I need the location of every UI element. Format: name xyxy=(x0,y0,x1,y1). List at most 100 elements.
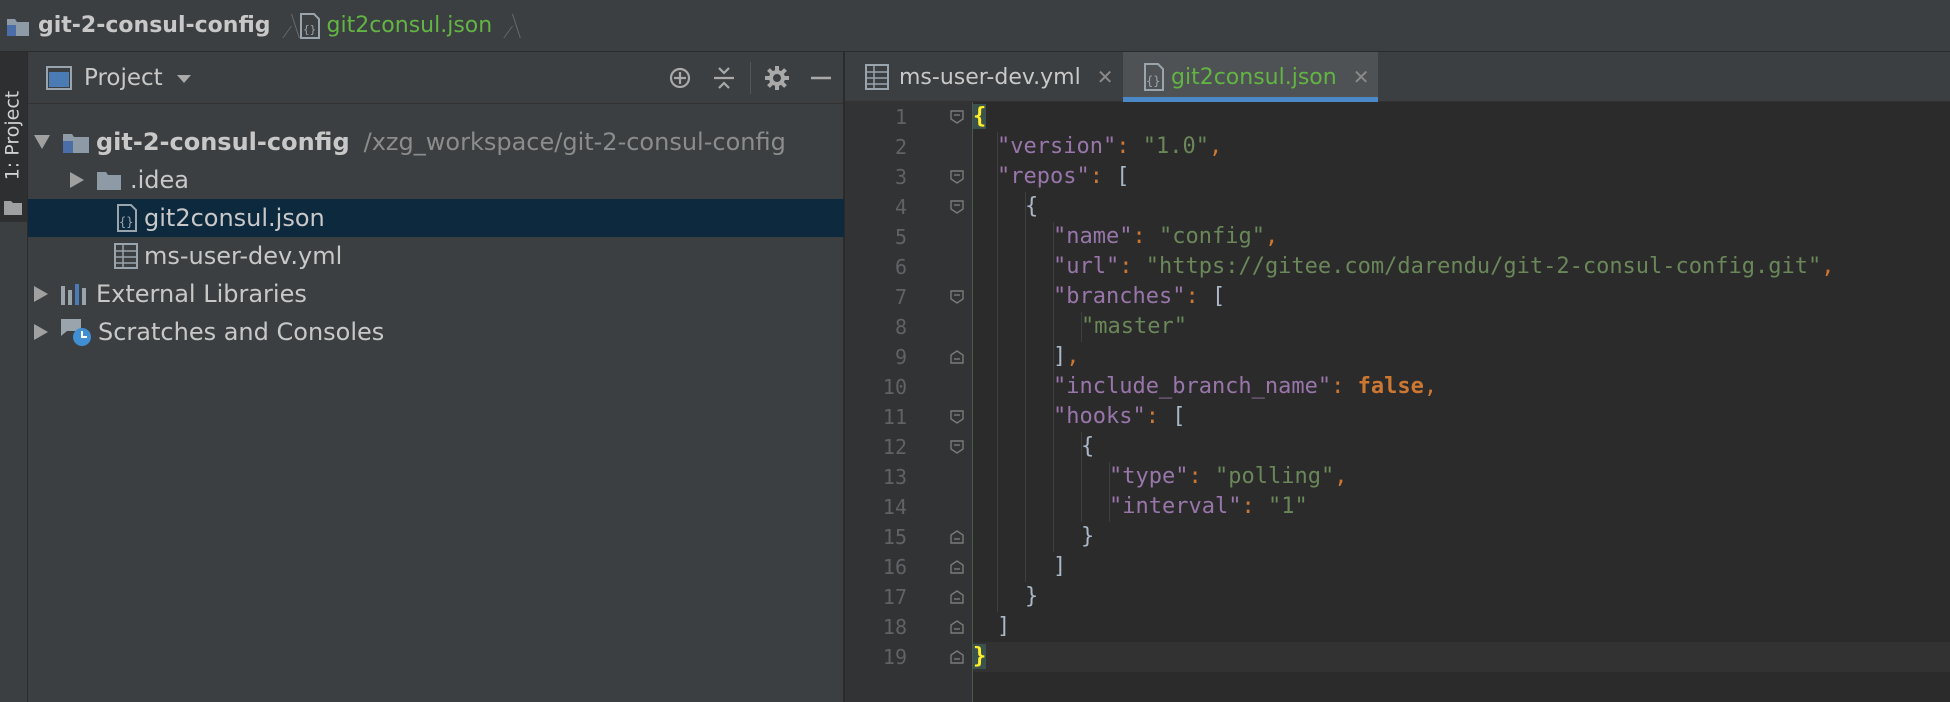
project-panel: Project git-2-consul-config /xzg_workspa… xyxy=(28,52,844,702)
navigation-bar: git-2-consul-config {} git2consul.json xyxy=(0,0,1950,52)
fold-close-icon[interactable] xyxy=(950,590,964,604)
line-number: 1 xyxy=(894,105,907,129)
line-number: 6 xyxy=(894,255,907,279)
tree-item-ms-user-dev-yml[interactable]: ms-user-dev.yml xyxy=(28,237,844,275)
fold-gutter xyxy=(940,102,973,702)
code-line: "url": "https://gitee.com/darendu/git-2-… xyxy=(1053,254,1835,279)
tool-window-stripe: 1: Project xyxy=(0,52,28,702)
tab-git2consul-json[interactable]: {} git2consul.json ✕ xyxy=(1123,52,1378,102)
code-line: ] xyxy=(997,614,1011,639)
fold-close-icon[interactable] xyxy=(950,650,964,664)
expand-arrow-icon[interactable] xyxy=(70,172,84,188)
project-view-icon xyxy=(46,65,72,90)
line-number: 17 xyxy=(882,585,907,609)
gear-icon[interactable] xyxy=(755,52,799,104)
json-file-icon: {} xyxy=(299,12,320,39)
minimize-icon[interactable] xyxy=(799,52,843,104)
line-number: 19 xyxy=(882,645,907,669)
module-folder-icon xyxy=(63,134,89,153)
scratches-icon xyxy=(61,319,91,346)
breadcrumb-file[interactable]: {} git2consul.json xyxy=(299,0,492,52)
yaml-file-icon xyxy=(865,64,889,90)
json-file-icon: {} xyxy=(1144,63,1164,91)
breadcrumb-separator-end xyxy=(498,0,512,52)
code-line: ], xyxy=(1053,344,1080,369)
code-line: { xyxy=(1025,194,1039,219)
code-line: "repos": [ xyxy=(997,164,1130,189)
line-number-gutter: 1 2 3 4 5 6 7 8 9 10 11 12 13 14 15 16 17 18 19 xyxy=(845,102,940,702)
close-icon[interactable]: ✕ xyxy=(1097,65,1114,89)
line-number: 12 xyxy=(882,435,907,459)
collapse-all-icon[interactable] xyxy=(702,52,746,104)
chevron-down-icon[interactable] xyxy=(176,75,191,83)
code-line: "name": "config", xyxy=(1053,224,1279,249)
fold-close-icon[interactable] xyxy=(950,350,964,364)
project-tool-icon xyxy=(4,201,22,215)
code-line: "master" xyxy=(1081,314,1187,339)
fold-open-icon[interactable] xyxy=(950,440,964,454)
header-divider xyxy=(750,62,751,94)
folder-icon xyxy=(97,172,121,190)
code-line: "type": "polling", xyxy=(1109,464,1348,489)
fold-open-icon[interactable] xyxy=(950,290,964,304)
line-number: 4 xyxy=(894,195,907,219)
code-line: } xyxy=(1025,584,1039,609)
json-file-icon: {} xyxy=(117,204,137,232)
line-number: 16 xyxy=(882,555,907,579)
project-folder-icon xyxy=(7,18,29,36)
line-number: 15 xyxy=(882,525,907,549)
yaml-file-icon xyxy=(114,243,138,269)
expand-arrow-icon[interactable] xyxy=(34,286,48,302)
line-number: 2 xyxy=(894,135,907,159)
fold-close-icon[interactable] xyxy=(950,620,964,634)
fold-close-icon[interactable] xyxy=(950,530,964,544)
expand-arrow-icon[interactable] xyxy=(34,324,48,340)
line-number: 10 xyxy=(882,375,907,399)
code-line: "interval": "1" xyxy=(1109,494,1308,519)
tree-item-scratches-consoles[interactable]: Scratches and Consoles xyxy=(28,313,844,351)
close-icon[interactable]: ✕ xyxy=(1353,65,1370,89)
tree-item-external-libraries[interactable]: External Libraries xyxy=(28,275,844,313)
line-number: 13 xyxy=(882,465,907,489)
tree-item-idea[interactable]: .idea xyxy=(28,161,844,199)
code-line: } xyxy=(1081,524,1095,549)
fold-open-icon[interactable] xyxy=(950,170,964,184)
fold-open-icon[interactable] xyxy=(950,110,964,124)
editor-tab-bar: ms-user-dev.yml ✕ {} git2consul.json ✕ xyxy=(845,52,1950,102)
svg-text:{}: {} xyxy=(1146,74,1160,88)
project-panel-header: Project xyxy=(28,52,843,104)
line-number: 5 xyxy=(894,225,907,249)
code-line: { xyxy=(973,104,987,129)
line-number: 3 xyxy=(894,165,907,189)
line-number: 11 xyxy=(882,405,907,429)
code-line: "hooks": [ xyxy=(1053,404,1186,429)
code-line: "include_branch_name": false, xyxy=(1053,374,1438,399)
code-line: "version": "1.0", xyxy=(997,134,1223,159)
fold-open-icon[interactable] xyxy=(950,410,964,424)
line-number: 14 xyxy=(882,495,907,519)
code-line: { xyxy=(1081,434,1095,459)
tree-item-git2consul-json[interactable]: {} git2consul.json xyxy=(28,199,844,237)
line-number: 9 xyxy=(894,345,907,369)
locate-icon[interactable] xyxy=(658,52,702,104)
project-view-selector[interactable]: Project xyxy=(84,65,163,91)
code-line: "branches": [ xyxy=(1053,284,1226,309)
code-line-current: } xyxy=(973,642,1950,672)
code-editor[interactable]: { "version": "1.0", "repos": [ { "name":… xyxy=(973,102,1950,702)
svg-text:{}: {} xyxy=(303,23,316,36)
project-tool-tab[interactable]: 1: Project xyxy=(0,52,27,222)
line-number: 7 xyxy=(894,285,907,309)
libraries-icon xyxy=(61,284,86,305)
expand-arrow-icon[interactable] xyxy=(34,135,50,149)
fold-close-icon[interactable] xyxy=(950,560,964,574)
fold-open-icon[interactable] xyxy=(950,200,964,214)
line-number: 8 xyxy=(894,315,907,339)
svg-text:{}: {} xyxy=(119,215,133,229)
code-line: ] xyxy=(1053,554,1067,579)
breadcrumb-separator xyxy=(277,0,291,52)
breadcrumb-project[interactable]: git-2-consul-config xyxy=(6,0,271,52)
tree-item-project-root[interactable]: git-2-consul-config /xzg_workspace/git-2… xyxy=(28,123,844,161)
line-number: 18 xyxy=(882,615,907,639)
tab-ms-user-dev-yml[interactable]: ms-user-dev.yml ✕ xyxy=(845,52,1123,102)
editor-area: ms-user-dev.yml ✕ {} git2consul.json ✕ 1… xyxy=(845,52,1950,702)
